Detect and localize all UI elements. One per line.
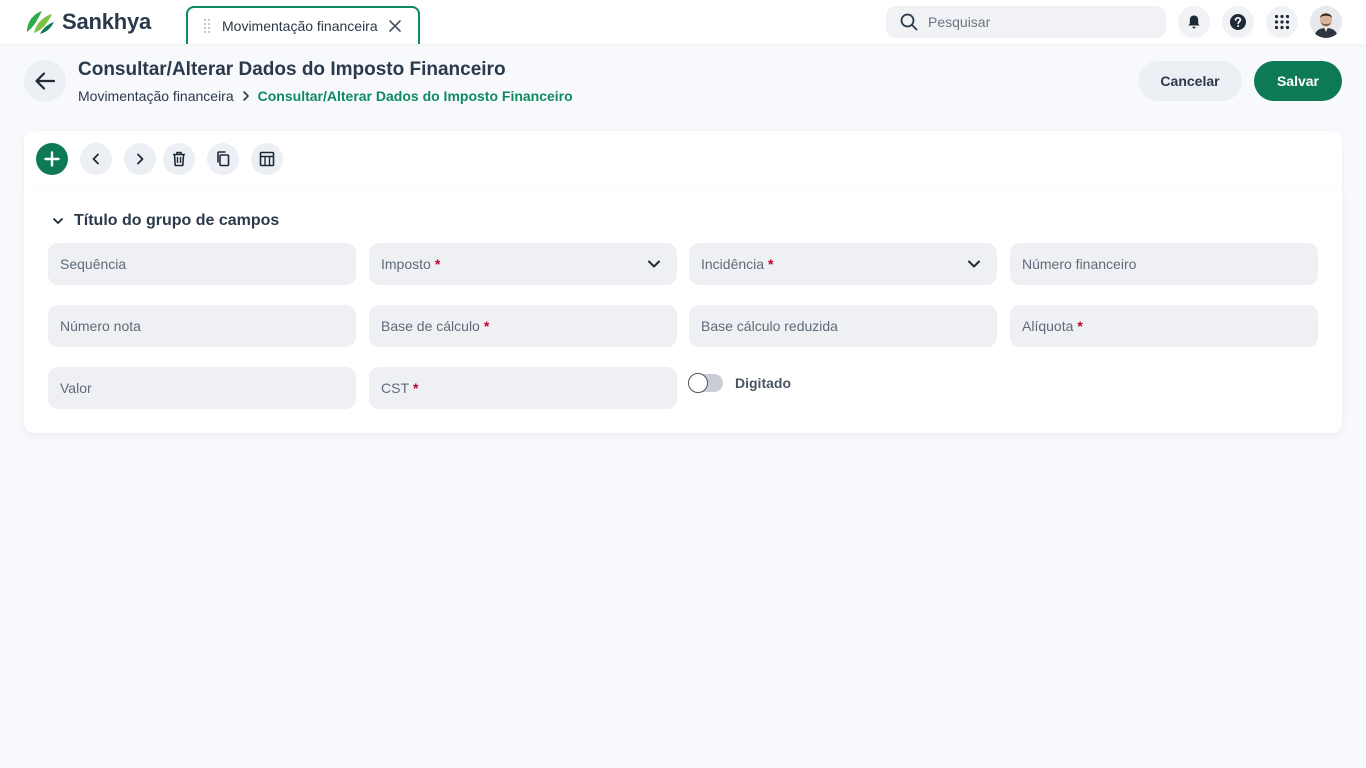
table-layout-icon xyxy=(259,151,275,167)
trash-icon xyxy=(173,151,185,167)
add-icon xyxy=(44,151,60,167)
field-label: CST xyxy=(381,380,409,396)
notifications-button[interactable] xyxy=(1178,6,1210,38)
cancel-button[interactable]: Cancelar xyxy=(1138,61,1242,101)
grid-view-button[interactable] xyxy=(251,143,283,175)
search-icon xyxy=(900,13,918,31)
help-button[interactable] xyxy=(1222,6,1254,38)
bell-icon xyxy=(1188,15,1200,29)
tab-label: Movimentação financeira xyxy=(222,18,378,34)
field-label: Base cálculo reduzida xyxy=(701,318,838,334)
help-icon xyxy=(1230,14,1246,30)
breadcrumb-parent[interactable]: Movimentação financeira xyxy=(78,88,234,104)
digitado-toggle[interactable] xyxy=(688,373,723,393)
aliquota-field[interactable]: Alíquota * xyxy=(1010,305,1318,347)
copy-icon xyxy=(217,151,230,167)
chevron-down-icon xyxy=(53,218,63,224)
tab-movimentacao-financeira[interactable]: Movimentação financeira xyxy=(186,6,420,44)
field-label: Incidência xyxy=(701,256,765,272)
base-calculo-reduzida-field[interactable]: Base cálculo reduzida xyxy=(689,305,997,347)
close-icon[interactable] xyxy=(388,19,402,33)
digitado-toggle-group[interactable]: Digitado xyxy=(688,373,791,393)
valor-field[interactable]: Valor xyxy=(48,367,356,409)
top-bar: Sankhya Movimentação financeira xyxy=(0,0,1366,44)
save-button[interactable]: Salvar xyxy=(1254,61,1342,101)
sankhya-leaf-icon xyxy=(27,11,54,34)
field-label: Imposto xyxy=(381,256,431,272)
required-mark: * xyxy=(413,380,419,396)
back-button[interactable] xyxy=(24,60,66,102)
field-label: Alíquota xyxy=(1022,318,1074,334)
delete-record-button[interactable] xyxy=(163,143,195,175)
form-card: Título do grupo de campos Sequência Impo… xyxy=(24,187,1342,433)
field-label: Sequência xyxy=(60,256,127,272)
numero-financeiro-field[interactable]: Número financeiro xyxy=(1010,243,1318,285)
numero-nota-field[interactable]: Número nota xyxy=(48,305,356,347)
search-box[interactable] xyxy=(886,6,1166,38)
field-group-header[interactable]: Título do grupo de campos xyxy=(52,212,279,230)
chevron-down-icon[interactable] xyxy=(647,257,661,271)
search-input[interactable] xyxy=(928,14,1148,30)
arrow-left-icon xyxy=(35,72,56,90)
record-toolbar xyxy=(24,131,1342,187)
required-mark: * xyxy=(434,256,441,272)
duplicate-record-button[interactable] xyxy=(207,143,239,175)
previous-record-button[interactable] xyxy=(80,143,112,175)
field-label: Base de cálculo xyxy=(381,318,480,334)
chevron-right-icon xyxy=(137,153,144,165)
field-label: Número nota xyxy=(60,318,141,334)
apps-button[interactable] xyxy=(1266,6,1298,38)
user-photo-icon xyxy=(1310,6,1342,38)
chevron-right-icon xyxy=(242,91,249,101)
field-label: Número financeiro xyxy=(1022,256,1137,272)
breadcrumb: Movimentação financeira Consultar/Altera… xyxy=(78,88,573,104)
required-mark: * xyxy=(483,318,490,334)
required-mark: * xyxy=(1077,318,1083,334)
user-avatar[interactable] xyxy=(1310,6,1342,38)
imposto-select[interactable]: Imposto * xyxy=(369,243,677,285)
toggle-label: Digitado xyxy=(735,375,791,391)
incidencia-select[interactable]: Incidência * xyxy=(689,243,997,285)
page-title: Consultar/Alterar Dados do Imposto Finan… xyxy=(78,59,506,80)
breadcrumb-current: Consultar/Alterar Dados do Imposto Finan… xyxy=(257,88,573,104)
group-title: Título do grupo de campos xyxy=(74,212,280,229)
brand-name: Sankhya xyxy=(62,9,152,34)
chevron-left-icon xyxy=(92,153,99,165)
cst-field[interactable]: CST * xyxy=(369,367,677,409)
drag-handle-icon[interactable] xyxy=(204,19,210,33)
field-label: Valor xyxy=(60,380,92,396)
apps-grid-icon xyxy=(1274,14,1290,30)
next-record-button[interactable] xyxy=(124,143,156,175)
chevron-down-icon[interactable] xyxy=(967,257,981,271)
required-mark: * xyxy=(768,256,774,272)
add-record-button[interactable] xyxy=(36,143,68,175)
sankhya-logo[interactable]: Sankhya xyxy=(24,8,151,36)
toggle-knob xyxy=(688,373,708,393)
sequencia-field[interactable]: Sequência xyxy=(48,243,356,285)
base-calculo-field[interactable]: Base de cálculo * xyxy=(369,305,677,347)
